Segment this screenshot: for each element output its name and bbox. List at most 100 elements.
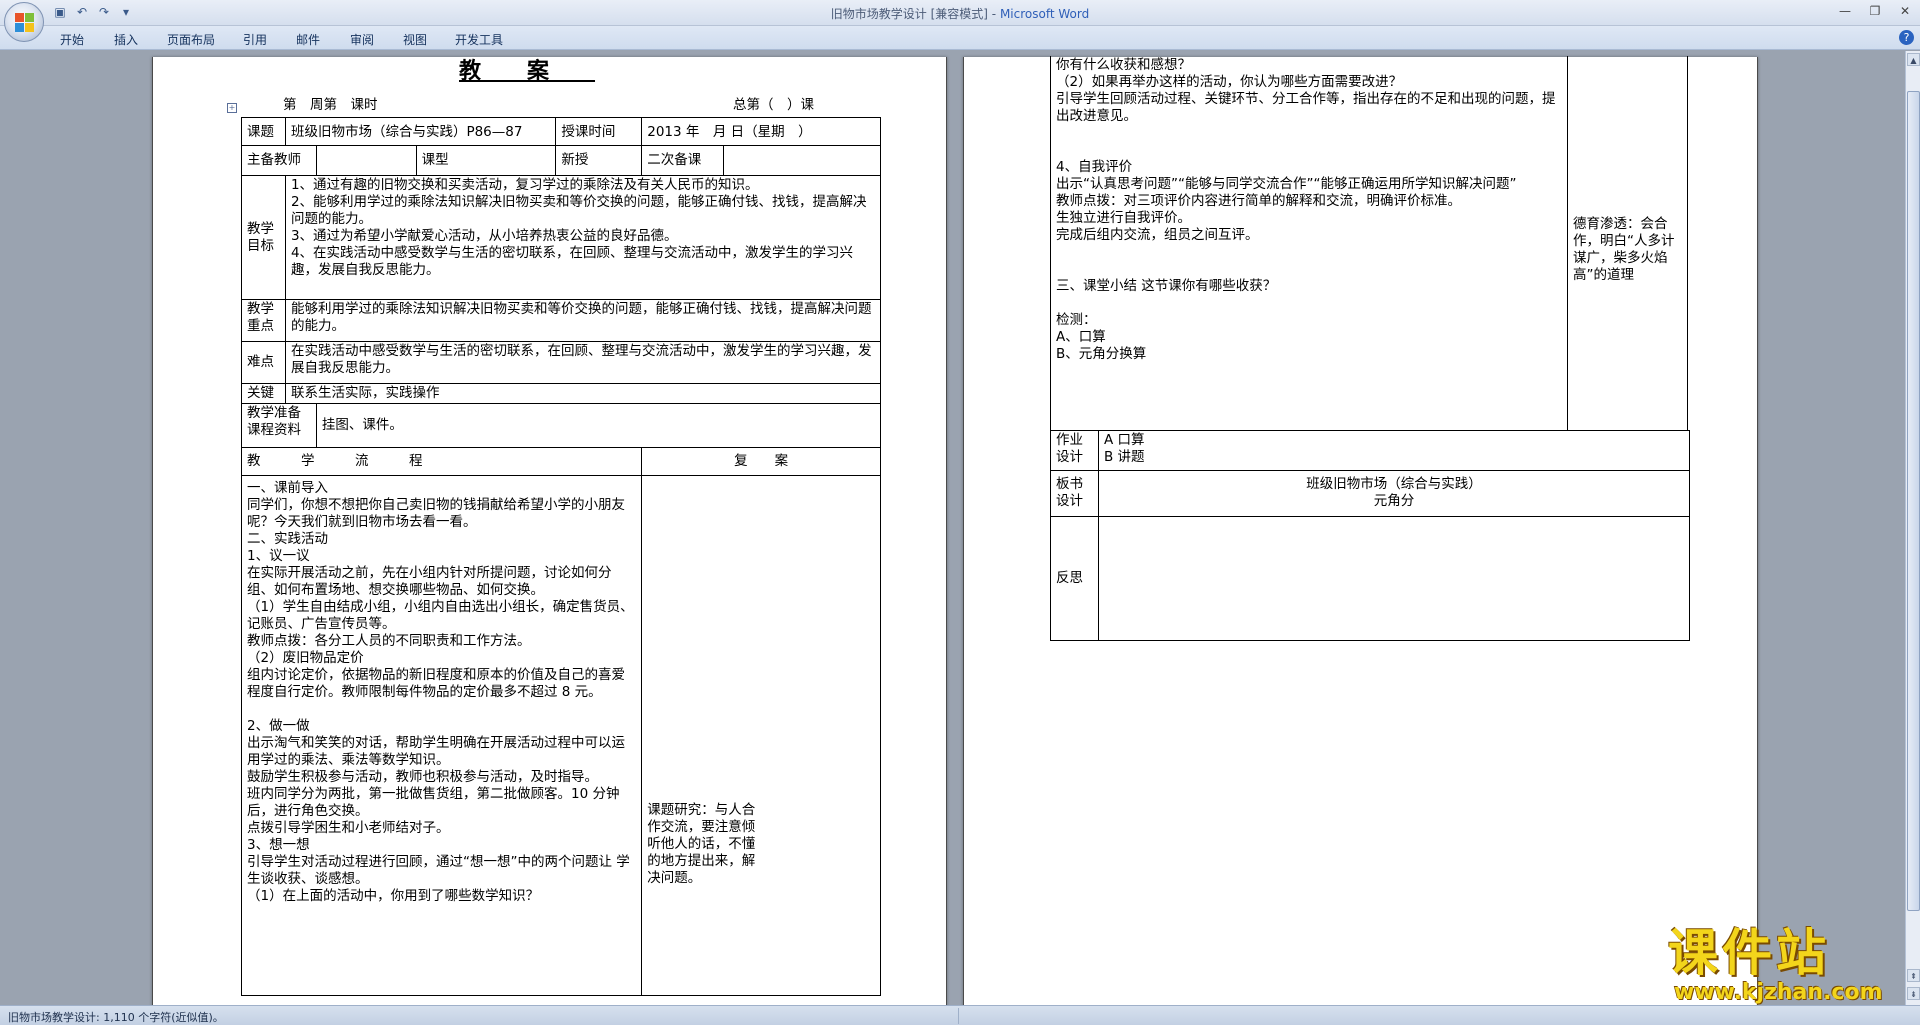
crux-label: 关键	[241, 383, 286, 404]
flow-line: 引导学生对活动过程进行回顾，通过“想一想”中的两个问题让 学生谈收获、谈感想。	[247, 854, 630, 887]
board-line: 班级旧物市场（综合与实践）	[1306, 476, 1482, 492]
flow-line: 4、自我评价	[1056, 159, 1133, 175]
second-prep-value[interactable]	[723, 145, 881, 176]
page-right[interactable]: 你有什么收获和感想？ （2）如果再举办这样的活动，你认为哪些方面需要改进？ 引导…	[963, 56, 1758, 1005]
flow-line: （1）学生自由结成小组，小组内自由选出小组长，确定售货员、记账员、广告宣传员等。	[247, 599, 634, 632]
next-page-icon[interactable]: ⇟	[1907, 987, 1920, 1000]
board-label: 板书设计	[1050, 470, 1099, 517]
flow-line: 引导学生回顾活动过程、关键环节、分工合作等，指出存在的不足和出现的问题，提出改进…	[1056, 91, 1556, 124]
document-workspace: 教案 第 周第 课时 总第（ ）课 + 课题 班级旧物市场（综合与实践）P86—…	[0, 51, 1905, 1005]
flow-line: 同学们，你想不想把你自己卖旧物的钱捐献给希望小学的小朋友呢？今天我们就到旧物市场…	[247, 497, 625, 530]
flow-content: 一、课前导入 同学们，你想不想把你自己卖旧物的钱捐献给希望小学的小朋友呢？今天我…	[240, 475, 643, 996]
week-line: 第 周第 课时	[283, 97, 378, 113]
title-separator: -	[987, 7, 1000, 21]
homework-board-table: 作业设计 A 口算 B 讲题 板书设计 班级旧物市场（综合与实践） 元角分 反思	[1050, 430, 1691, 641]
second-prep-label: 二次备课	[641, 145, 725, 176]
tab-home[interactable]: 开始	[60, 31, 84, 48]
difficulty-label: 难点	[241, 341, 286, 384]
homework-item: A 口算	[1103, 432, 1145, 448]
table-move-handle-icon[interactable]: +	[227, 103, 237, 113]
flow-line: 检测：	[1056, 312, 1097, 328]
goal-item: 2、能够利用学过的乘除法知识解决旧物买卖和等价交换的问题，能够正确付钱、找钱，提…	[290, 194, 867, 227]
reflection-content[interactable]	[1097, 516, 1691, 641]
prep-material-label: 教学准备课程资料	[241, 403, 317, 448]
flow-line: （2）废旧物品定价	[247, 650, 364, 666]
tab-developer[interactable]: 开发工具	[455, 31, 503, 48]
homework-item: B 讲题	[1103, 449, 1145, 465]
tab-review[interactable]: 审阅	[350, 31, 374, 48]
key-label: 教学重点	[241, 299, 286, 342]
title-bar: ▣ ↶ ↷ ▾ 旧物市场教学设计 [兼容模式] - Microsoft Word…	[0, 0, 1920, 42]
flow-line: 出示淘气和笑笑的对话，帮助学生明确在开展活动过程中可以运用学过的乘法、乘法等数学…	[247, 735, 625, 768]
flow-header: 教 学 流 程	[240, 447, 643, 476]
lesson-plan-table: 课题 班级旧物市场（综合与实践）P86—87 授课时间 2013 年 月 日（星…	[240, 117, 882, 996]
key-value: 能够利用学过的乘除法知识解决旧物买卖和等价交换的问题，能够正确付钱、找钱，提高解…	[284, 299, 882, 342]
teacher-value[interactable]	[315, 145, 417, 176]
difficulty-value: 在实践活动中感受数学与生活的密切联系，在回顾、整理与交流活动中，激发学生的学习兴…	[284, 341, 882, 384]
prev-page-icon[interactable]: ⇞	[1907, 969, 1920, 982]
flow-line: 教师点拨：各分工人员的不同职责和工作方法。	[247, 633, 531, 649]
review-note: 课题研究：与人合作交流，要注意倾听他人的话，不懂的地方提出来，解决问题。	[647, 802, 756, 886]
total-lesson-line: 总第（ ）课	[733, 97, 814, 113]
lesson-plan-table-continued: 你有什么收获和感想？ （2）如果再举办这样的活动，你认为哪些方面需要改进？ 引导…	[1050, 56, 1688, 431]
flow-line: （2）如果再举办这样的活动，你认为哪些方面需要改进？	[1056, 74, 1403, 90]
review-header: 复 案	[641, 447, 881, 476]
homework-label: 作业设计	[1050, 430, 1099, 471]
time-label: 授课时间	[555, 117, 643, 146]
review-content: 课题研究：与人合作交流，要注意倾听他人的话，不懂的地方提出来，解决问题。	[641, 475, 881, 996]
flow-line: B、元角分换算	[1056, 346, 1147, 362]
tab-view[interactable]: 视图	[403, 31, 427, 48]
office-button[interactable]	[4, 2, 44, 42]
scroll-up-icon[interactable]: ▲	[1907, 53, 1920, 66]
flow-line: 3、想一想	[247, 837, 310, 853]
flow-line: 三、课堂小结 这节课你有哪些收获？	[1056, 278, 1277, 294]
flow-line: 你有什么收获和感想？	[1056, 57, 1191, 73]
flow-line: 2、做一做	[247, 718, 310, 734]
flow-line: A、口算	[1056, 329, 1106, 345]
vertical-scrollbar[interactable]: ▲ ⇞ ⇟	[1905, 51, 1920, 1005]
watermark-title: 课件站	[1668, 923, 1830, 982]
help-icon[interactable]: ?	[1899, 30, 1914, 45]
office-logo-icon	[15, 13, 35, 33]
subject-label: 课题	[241, 117, 286, 146]
moral-column: 德育渗透：会合作，明白“人多计谋广，柴多火焰高”的道理	[1567, 56, 1688, 431]
teacher-label: 主备教师	[241, 145, 317, 176]
close-icon[interactable]: ✕	[1894, 2, 1916, 20]
flow-line	[247, 701, 636, 718]
flow-line: 教师点拨：对三项评价内容进行简单的解释和交流，明确评价标准。	[1056, 193, 1461, 209]
watermark-url: www.kjzhan.com	[1674, 980, 1883, 1005]
board-content: 班级旧物市场（综合与实践） 元角分	[1097, 470, 1691, 517]
tab-page-layout[interactable]: 页面布局	[167, 31, 215, 48]
restore-icon[interactable]: ❐	[1864, 2, 1886, 20]
minimize-icon[interactable]: —	[1834, 2, 1856, 20]
time-value: 2013 年 月 日（星期 ）	[641, 117, 881, 146]
status-text: 旧物市场教学设计: 1,110 个字符(近似值)。	[8, 1011, 224, 1024]
flow-content-continued: 你有什么收获和感想？ （2）如果再举办这样的活动，你认为哪些方面需要改进？ 引导…	[1050, 56, 1568, 431]
flow-line: 出示“认真思考问题”“能够与同学交流合作”“能够正确运用所学知识解决问题”	[1056, 176, 1517, 192]
goal-content: 1、通过有趣的旧物交换和买卖活动，复习学过的乘除法及有关人民币的知识。 2、能够…	[284, 175, 882, 300]
homework-content: A 口算 B 讲题	[1097, 430, 1691, 471]
flow-line: 一、课前导入	[247, 480, 328, 496]
ribbon-tabs: 开始 插入 页面布局 引用 邮件 审阅 视图 开发工具 ?	[0, 26, 1920, 50]
goal-item: 4、在实践活动中感受数学与生活的密切联系，在回顾、整理与交流活动中，激发学生的学…	[290, 245, 854, 278]
flow-line: （1）在上面的活动中，你用到了哪些数学知识？	[247, 888, 540, 904]
flow-line	[1056, 261, 1562, 278]
flow-line: 在实际开展活动之前，先在小组内针对所提问题，讨论如何分组、如何布置场地、想交换哪…	[247, 565, 612, 598]
page-left[interactable]: 教案 第 周第 课时 总第（ ）课 + 课题 班级旧物市场（综合与实践）P86—…	[152, 57, 947, 1005]
subject-value: 班级旧物市场（综合与实践）P86—87	[284, 117, 557, 146]
scrollbar-thumb[interactable]	[1907, 91, 1920, 911]
flow-line	[1056, 125, 1562, 159]
flow-line: 鼓励学生积极参与活动，教师也积极参与活动，及时指导。	[247, 769, 598, 785]
tab-references[interactable]: 引用	[243, 31, 267, 48]
goal-item: 1、通过有趣的旧物交换和买卖活动，复习学过的乘除法及有关人民币的知识。	[290, 177, 759, 193]
flow-line: 班内同学分为两批，第一批做售货组，第二批做顾客。10 分钟后，进行角色交换。	[247, 786, 620, 819]
window-title: 旧物市场教学设计 [兼容模式] - Microsoft Word	[0, 5, 1920, 22]
goal-label: 教学目标	[241, 175, 286, 300]
tab-insert[interactable]: 插入	[114, 31, 138, 48]
status-bar: 旧物市场教学设计: 1,110 个字符(近似值)。	[0, 1005, 1920, 1025]
type-value: 新授	[555, 145, 643, 176]
flow-line	[1056, 244, 1562, 261]
window-controls: — ❐ ✕	[1834, 2, 1916, 20]
tab-mailings[interactable]: 邮件	[296, 31, 320, 48]
document-name: 旧物市场教学设计 [兼容模式]	[830, 7, 988, 21]
